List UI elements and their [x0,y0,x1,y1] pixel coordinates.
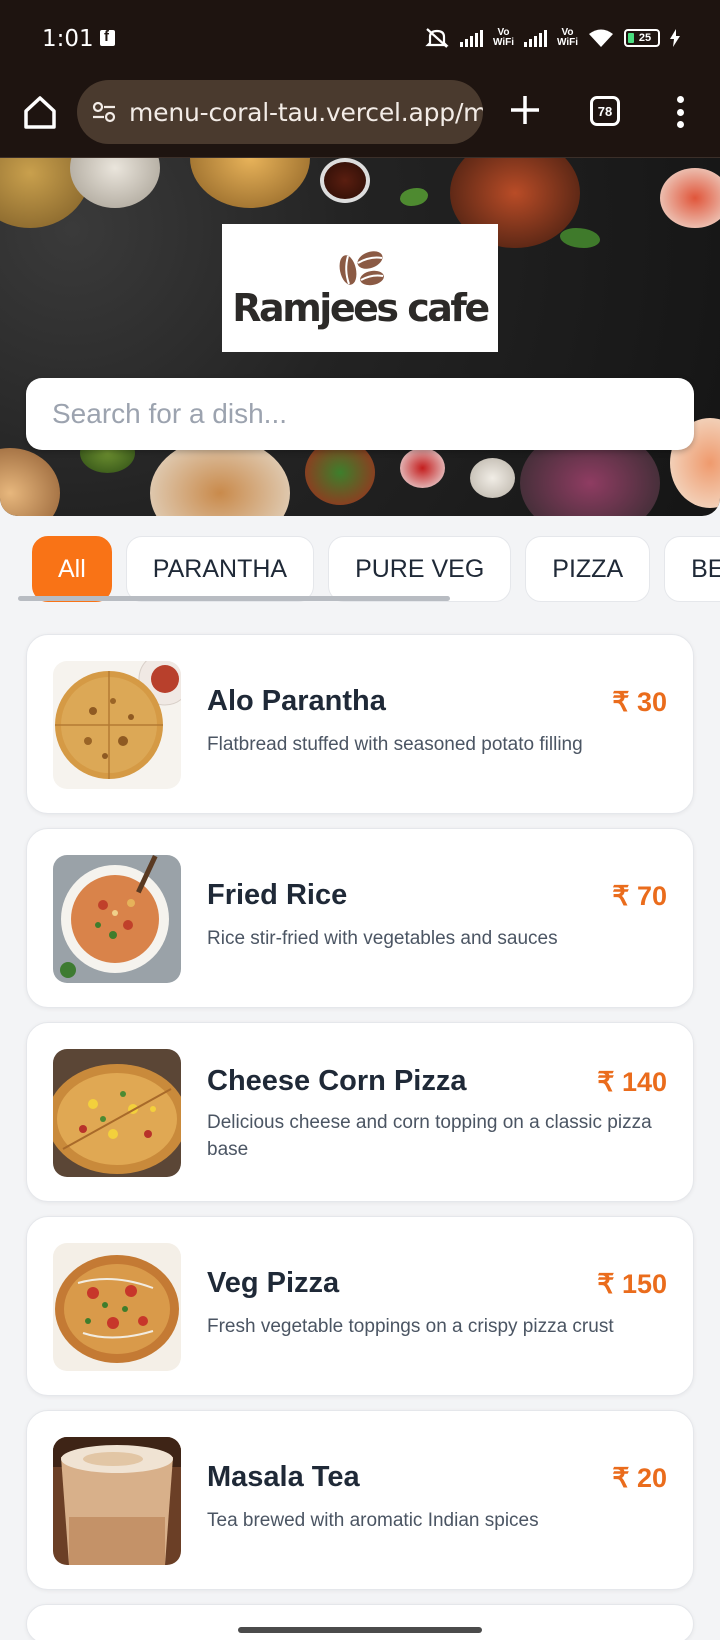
cafe-logo: Ramjees cafe [222,224,498,352]
menu-item-card[interactable]: Veg Pizza ₹ 150 Fresh vegetable toppings… [26,1216,694,1396]
menu-item-name: Alo Parantha [207,685,386,717]
signal-icon [459,29,483,47]
category-all[interactable]: All [32,536,112,602]
tab-switcher-button[interactable]: 78 [590,96,620,126]
status-bar: 1:01 VoWiFi VoWiFi 25 [0,0,720,78]
menu-item-price: ₹ 30 [612,687,667,717]
food-decoration [400,448,445,488]
food-decoration [400,188,428,206]
coffee-beans-icon [339,251,384,286]
vowifi-icon-2: Vo WiFi [556,27,578,48]
cafe-name: Ramjees cafe [232,286,490,330]
food-decoration [560,228,600,248]
food-decoration [660,168,720,228]
search-input[interactable] [26,378,694,450]
fried-rice-image [53,855,181,983]
food-decoration [70,158,160,208]
food-decoration [470,458,515,498]
menu-item-price: ₹ 150 [597,1269,667,1299]
signal-icon-2 [523,29,547,47]
menu-item-card[interactable]: Masala Tea ₹ 20 Tea brewed with aromatic… [26,1410,694,1590]
menu-item-name: Veg Pizza [207,1267,340,1299]
food-decoration [320,158,370,203]
menu-item-price: ₹ 70 [612,881,667,911]
menu-item-description: Delicious cheese and corn topping on a c… [207,1112,652,1160]
menu-item-card[interactable]: Cheese Corn Pizza ₹ 140 Delicious cheese… [26,1022,694,1202]
status-time: 1:01 [42,26,94,52]
category-pizza[interactable]: PIZZA [525,536,651,602]
search-bar [26,378,694,450]
menu-item-price: ₹ 140 [597,1067,667,1097]
wifi-icon [589,29,613,47]
address-bar[interactable]: menu-coral-tau.vercel.app/m [77,80,483,144]
menu-item-description: Rice stir-fried with vegetables and sauc… [207,928,558,949]
food-decoration [190,158,310,208]
new-tab-plus-icon[interactable] [505,90,545,130]
mute-bell-icon [425,28,449,48]
url-text[interactable]: menu-coral-tau.vercel.app/m [129,98,483,127]
battery-level: 25 [638,32,652,44]
menu-item-price: ₹ 20 [612,1463,667,1493]
menu-item-name: Cheese Corn Pizza [207,1065,467,1097]
menu-item-description: Flatbread stuffed with seasoned potato f… [207,734,583,755]
category-pure-veg[interactable]: PURE VEG [328,536,512,602]
category-tabs: All PARANTHA PURE VEG PIZZA BE [0,536,720,604]
menu-item-card-partial[interactable] [26,1604,694,1640]
category-scrollbar[interactable] [18,596,450,601]
browser-toolbar: menu-coral-tau.vercel.app/m 78 [0,78,720,158]
menu-item-description: Tea brewed with aromatic Indian spices [207,1510,539,1531]
food-decoration [0,448,60,516]
veg-pizza-image [53,1243,181,1371]
battery-icon: 25 [624,29,660,47]
menu-list: Alo Parantha ₹ 30 Flatbread stuffed with… [26,634,694,1640]
parantha-image [53,661,181,789]
vowifi-icon: Vo WiFi [492,27,514,48]
menu-item-description: Fresh vegetable toppings on a crispy piz… [207,1316,614,1337]
gesture-nav-handle[interactable] [238,1627,482,1633]
site-settings-icon[interactable] [91,100,117,124]
facebook-notification-icon [100,28,115,46]
status-icons: Vo WiFi Vo WiFi 25 [424,26,680,50]
menu-item-name: Masala Tea [207,1461,360,1493]
masala-tea-image [53,1437,181,1565]
menu-item-card[interactable]: Alo Parantha ₹ 30 Flatbread stuffed with… [26,634,694,814]
charging-bolt-icon [670,29,680,47]
cheese-corn-pizza-image [53,1049,181,1177]
hero-banner: Ramjees cafe [0,158,720,516]
category-track: All PARANTHA PURE VEG PIZZA BE [32,536,720,602]
menu-item-card[interactable]: Fried Rice ₹ 70 Rice stir-fried with veg… [26,828,694,1008]
home-icon[interactable] [18,90,62,134]
menu-item-name: Fried Rice [207,879,348,911]
category-parantha[interactable]: PARANTHA [125,536,315,602]
overflow-menu-icon[interactable] [674,96,686,128]
category-beverages[interactable]: BE [664,536,720,602]
